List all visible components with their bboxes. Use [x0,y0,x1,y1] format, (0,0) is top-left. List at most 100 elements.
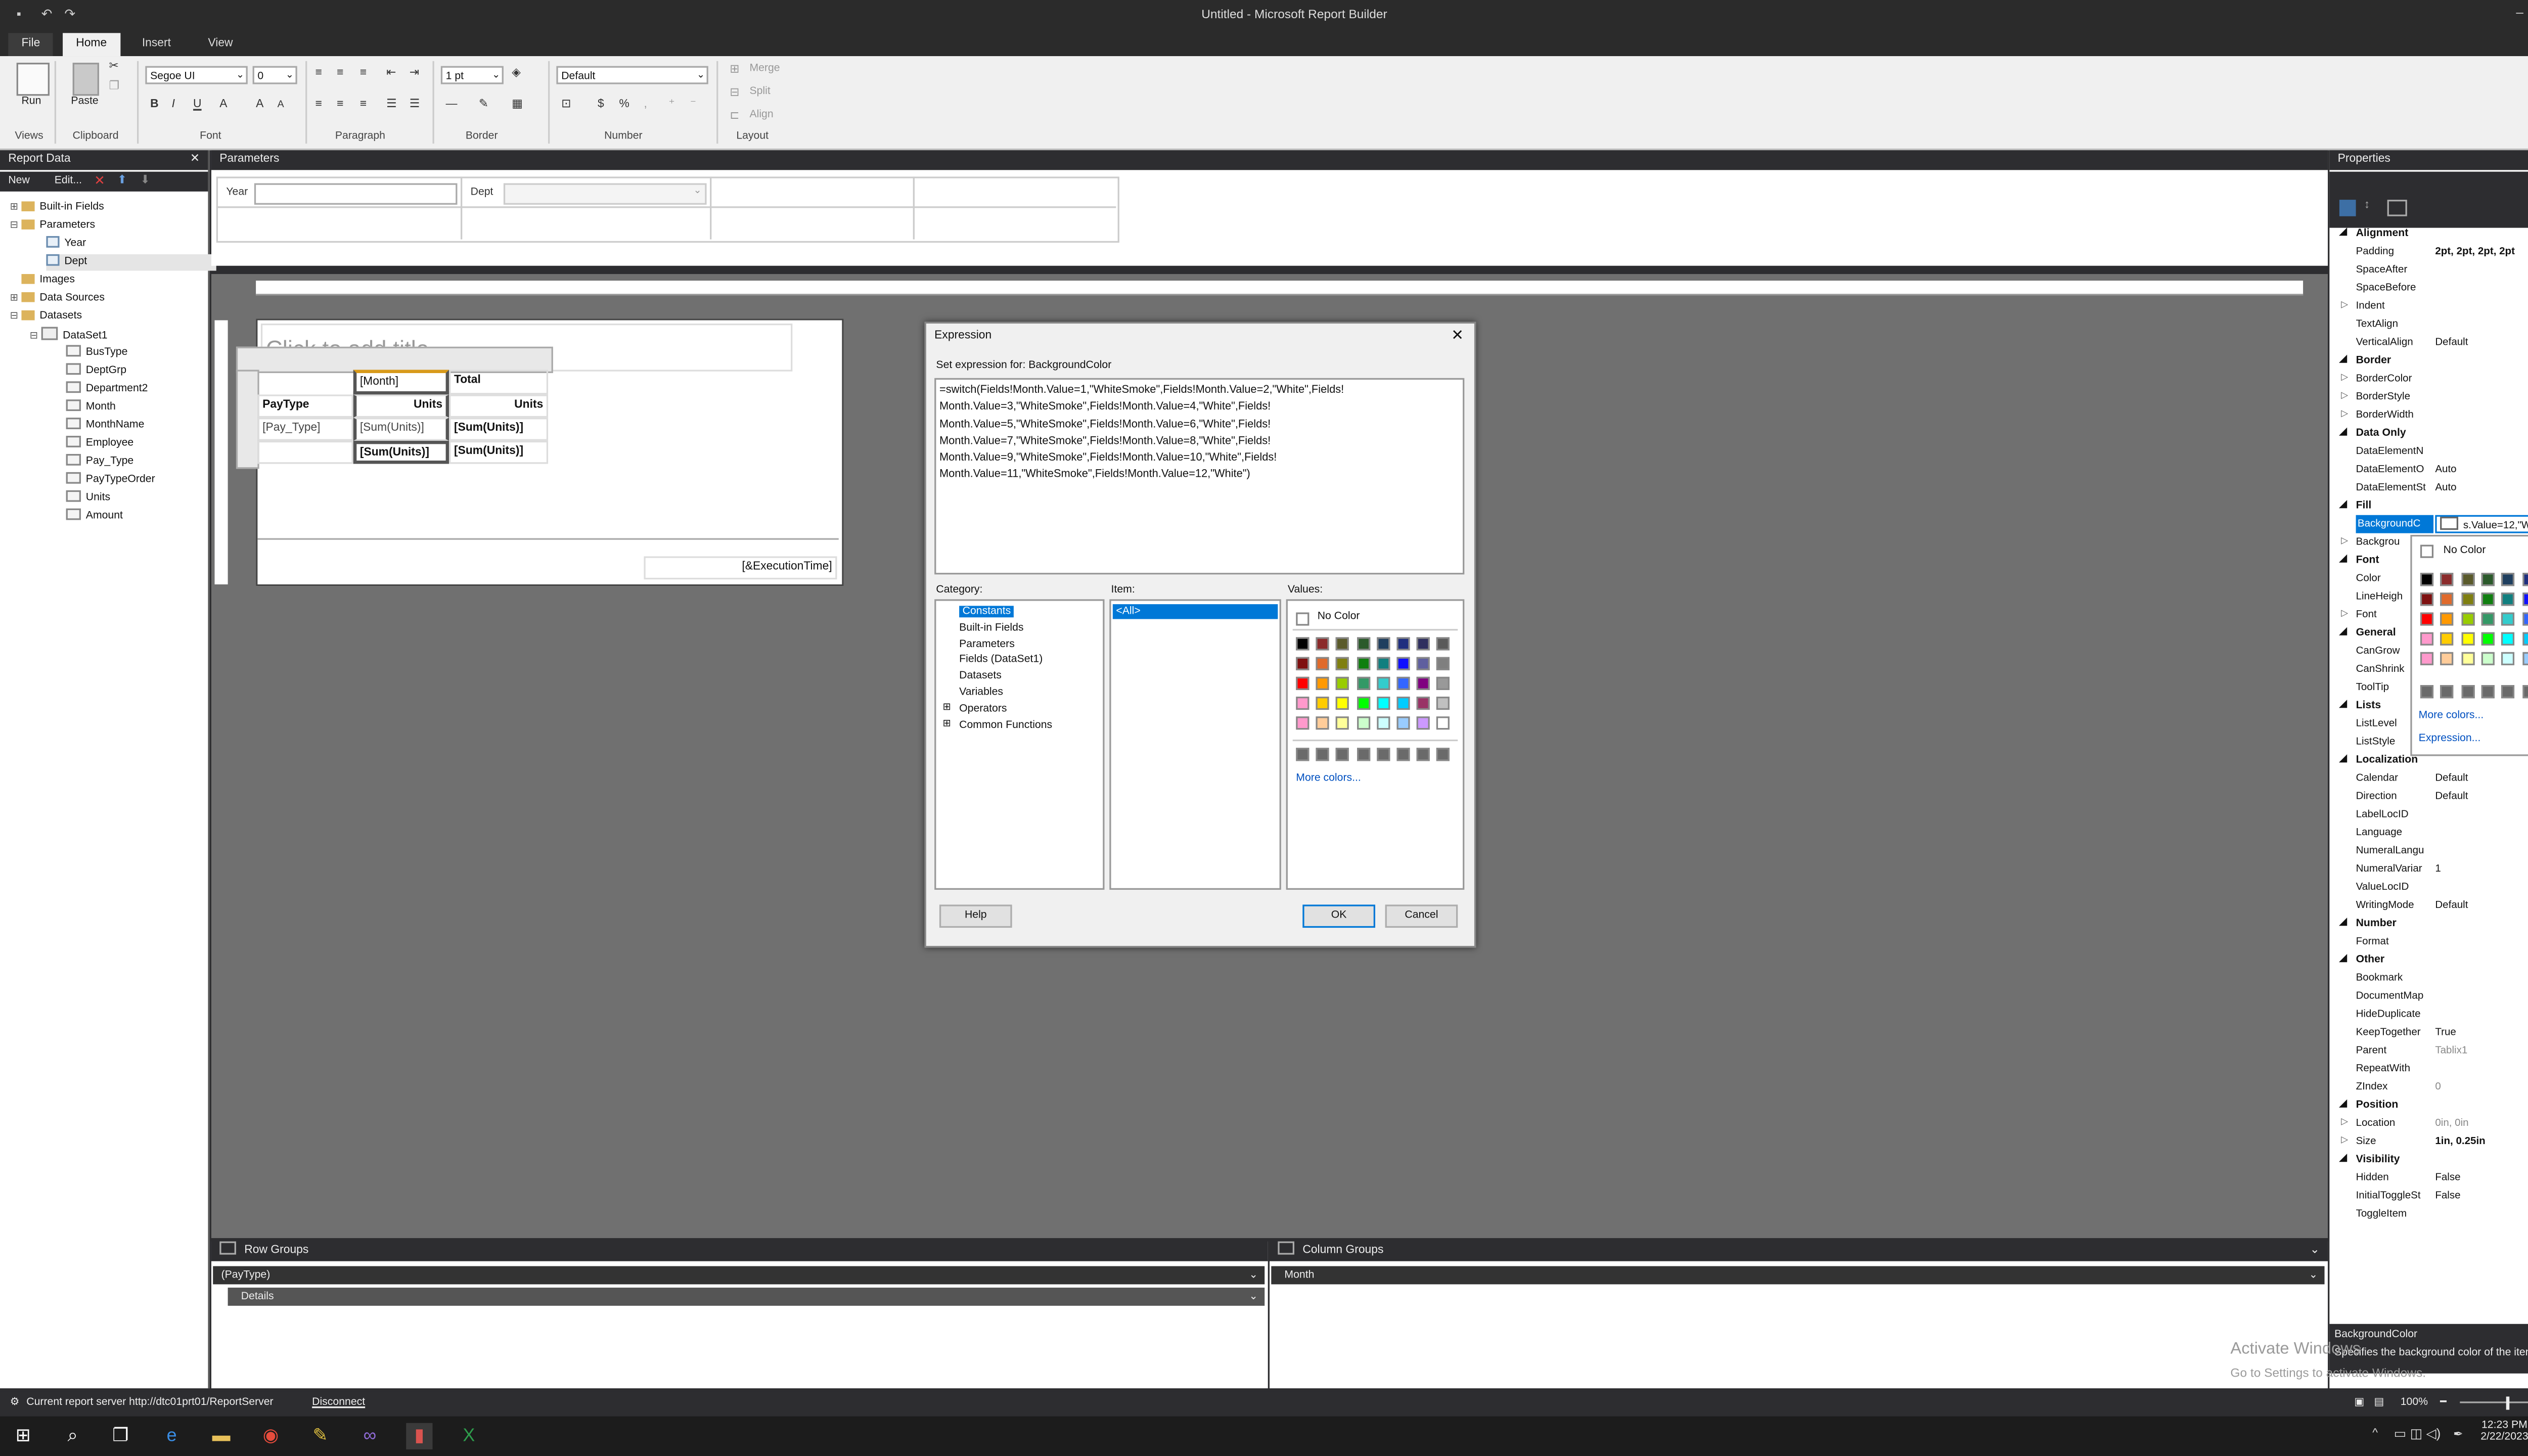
popup-color-swatch[interactable] [2521,652,2528,665]
font-size-select[interactable]: 0 ⌄ [252,66,297,84]
dialog-color-swatch[interactable] [1316,657,1330,670]
dialog-color-swatch[interactable] [1396,657,1410,670]
fill-color-icon[interactable]: ◈ [512,66,521,83]
tree-images[interactable]: Images [21,272,75,289]
prop-row-keeptogether[interactable]: KeepTogether True [2329,1023,2528,1041]
report-body[interactable]: Click to add title [Month] Total PayType… [236,318,844,586]
dialog-color-swatch[interactable] [1316,637,1330,651]
run-icon[interactable] [16,63,50,96]
prop-category-fill[interactable]: ◢ Fill [2329,497,2528,515]
popup-color-custom-swatch[interactable] [2521,685,2528,699]
split-button[interactable]: Split [749,86,770,98]
popup-no-color-swatch[interactable] [2420,544,2434,558]
dialog-color-swatch[interactable] [1316,676,1330,690]
dialog-color-swatch[interactable] [1376,696,1390,710]
popup-color-swatch[interactable] [2521,632,2528,646]
prop-row-padding[interactable]: Padding 2pt, 2pt, 2pt, 2pt [2329,243,2528,261]
prop-row-format[interactable]: Format [2329,933,2528,951]
dialog-color-custom-swatch[interactable] [1417,748,1430,761]
paste-button[interactable]: Paste [71,96,98,107]
pen-tray-icon[interactable]: ✒ [2453,1428,2463,1441]
dialog-color-swatch[interactable] [1316,696,1330,710]
popup-color-swatch[interactable] [2461,612,2474,626]
help-button[interactable]: Help [939,904,1012,928]
popup-color-swatch[interactable] [2521,593,2528,606]
font-name-select[interactable]: Segoe UI ⌄ [145,66,248,84]
popup-color-swatch[interactable] [2441,593,2454,606]
popup-expression[interactable]: Expression... [2419,733,2481,745]
prop-category-visibility[interactable]: ◢ Visibility [2329,1151,2528,1169]
font-color-icon[interactable]: A [219,98,227,114]
prop-row-bordercolor[interactable]: ▷ BorderColor [2329,370,2528,388]
popup-color-swatch[interactable] [2501,632,2515,646]
chrome-icon[interactable]: ◉ [257,1423,284,1449]
dialog-close-icon[interactable]: ✕ [1451,327,1464,345]
popup-color-custom-swatch[interactable] [2420,685,2434,699]
dialog-color-swatch[interactable] [1316,716,1330,730]
popup-color-swatch[interactable] [2420,593,2434,606]
tree-field-amount[interactable]: Amount [66,508,123,525]
increase-indent-icon[interactable]: ⇥ [410,66,419,83]
dialog-color-swatch[interactable] [1437,637,1451,651]
italic-icon[interactable]: I [172,98,175,114]
prop-row-borderwidth[interactable]: ▷ BorderWidth [2329,406,2528,424]
merge-button[interactable]: Merge [749,63,780,74]
dialog-color-swatch[interactable] [1296,637,1310,651]
popup-color-swatch[interactable] [2481,632,2495,646]
underline-icon[interactable]: U [193,98,202,114]
task-view-icon[interactable]: ❐ [107,1423,133,1449]
sum-units-total-cell[interactable]: [Sum(Units)] [449,418,549,441]
prop-category-border[interactable]: ◢ Border [2329,352,2528,370]
popup-more-colors[interactable]: More colors... [2419,710,2484,721]
start-icon[interactable]: ⊞ [10,1423,36,1449]
dialog-color-swatch[interactable] [1417,696,1430,710]
placeholder-styles-icon[interactable]: ⊡ [561,98,571,114]
tree-field-pay_type[interactable]: Pay_Type [66,453,133,471]
dialog-color-swatch[interactable] [1356,716,1370,730]
prop-row-backgroundc[interactable]: BackgroundCs.Value=12,"White")⌄ [2329,515,2528,533]
align-top-icon[interactable]: ≡ [315,66,322,83]
tree-field-employee[interactable]: Employee [66,436,133,452]
dialog-color-swatch[interactable] [1356,657,1370,670]
dialog-color-swatch[interactable] [1396,696,1410,710]
design-view-icon[interactable]: ▤ [2374,1392,2384,1415]
popup-color-custom-swatch[interactable] [2501,685,2515,699]
paytype-cell[interactable]: [Pay_Type] [257,418,353,441]
new-button[interactable]: New [8,175,29,187]
dialog-color-swatch[interactable] [1356,637,1370,651]
property-pages-icon[interactable] [2387,200,2407,216]
border-style-icon[interactable]: — [446,98,458,114]
tree-field-department2[interactable]: Department2 [66,381,148,398]
dialog-color-swatch[interactable] [1396,637,1410,651]
align-middle-icon[interactable]: ≡ [337,66,343,83]
prop-row-calendar[interactable]: Calendar Default [2329,769,2528,788]
execution-time-textbox[interactable]: [&ExecutionTime] [644,556,837,580]
popup-color-swatch[interactable] [2461,593,2474,606]
sum-units-bottom-cell[interactable]: [Sum(Units)] [353,440,449,464]
prop-category-other[interactable]: ◢ Other [2329,951,2528,969]
zoom-out-icon[interactable]: ━ [2440,1392,2447,1415]
percent-icon[interactable]: % [619,98,629,114]
row-group-paytype[interactable]: (PayType) ⌄ [213,1266,1265,1285]
prop-category-position[interactable]: ◢ Position [2329,1096,2528,1114]
popup-color-swatch[interactable] [2461,652,2474,665]
split-icon[interactable]: ⊟ [730,86,739,103]
popup-color-swatch[interactable] [2461,573,2474,586]
category-fields-dataset1[interactable]: Fields (DataSet1) [942,653,1052,669]
prop-category-number[interactable]: ◢ Number [2329,915,2528,933]
decrease-decimal-icon[interactable]: ⁻ [690,98,696,114]
dialog-color-custom-swatch[interactable] [1316,748,1330,761]
prop-row-hidden[interactable]: Hidden False [2329,1169,2528,1187]
dialog-color-swatch[interactable] [1437,657,1451,670]
category-datasets[interactable]: Datasets [942,669,1052,685]
expression-editor[interactable]: =switch(Fields!Month.Value=1,"WhiteSmoke… [934,378,1465,575]
dialog-color-swatch[interactable] [1376,657,1390,670]
tree-builtin-fields[interactable]: ⊞ Built-in Fields [10,200,104,216]
dialog-color-swatch[interactable] [1376,716,1390,730]
prop-row-dataelemento[interactable]: DataElementO Auto [2329,461,2528,479]
decrease-indent-icon[interactable]: ⇤ [386,66,396,83]
no-color-option[interactable]: No Color [1318,611,1360,622]
prop-row-textalign[interactable]: TextAlign [2329,315,2528,334]
popup-color-swatch[interactable] [2441,632,2454,646]
dialog-color-swatch[interactable] [1417,637,1430,651]
